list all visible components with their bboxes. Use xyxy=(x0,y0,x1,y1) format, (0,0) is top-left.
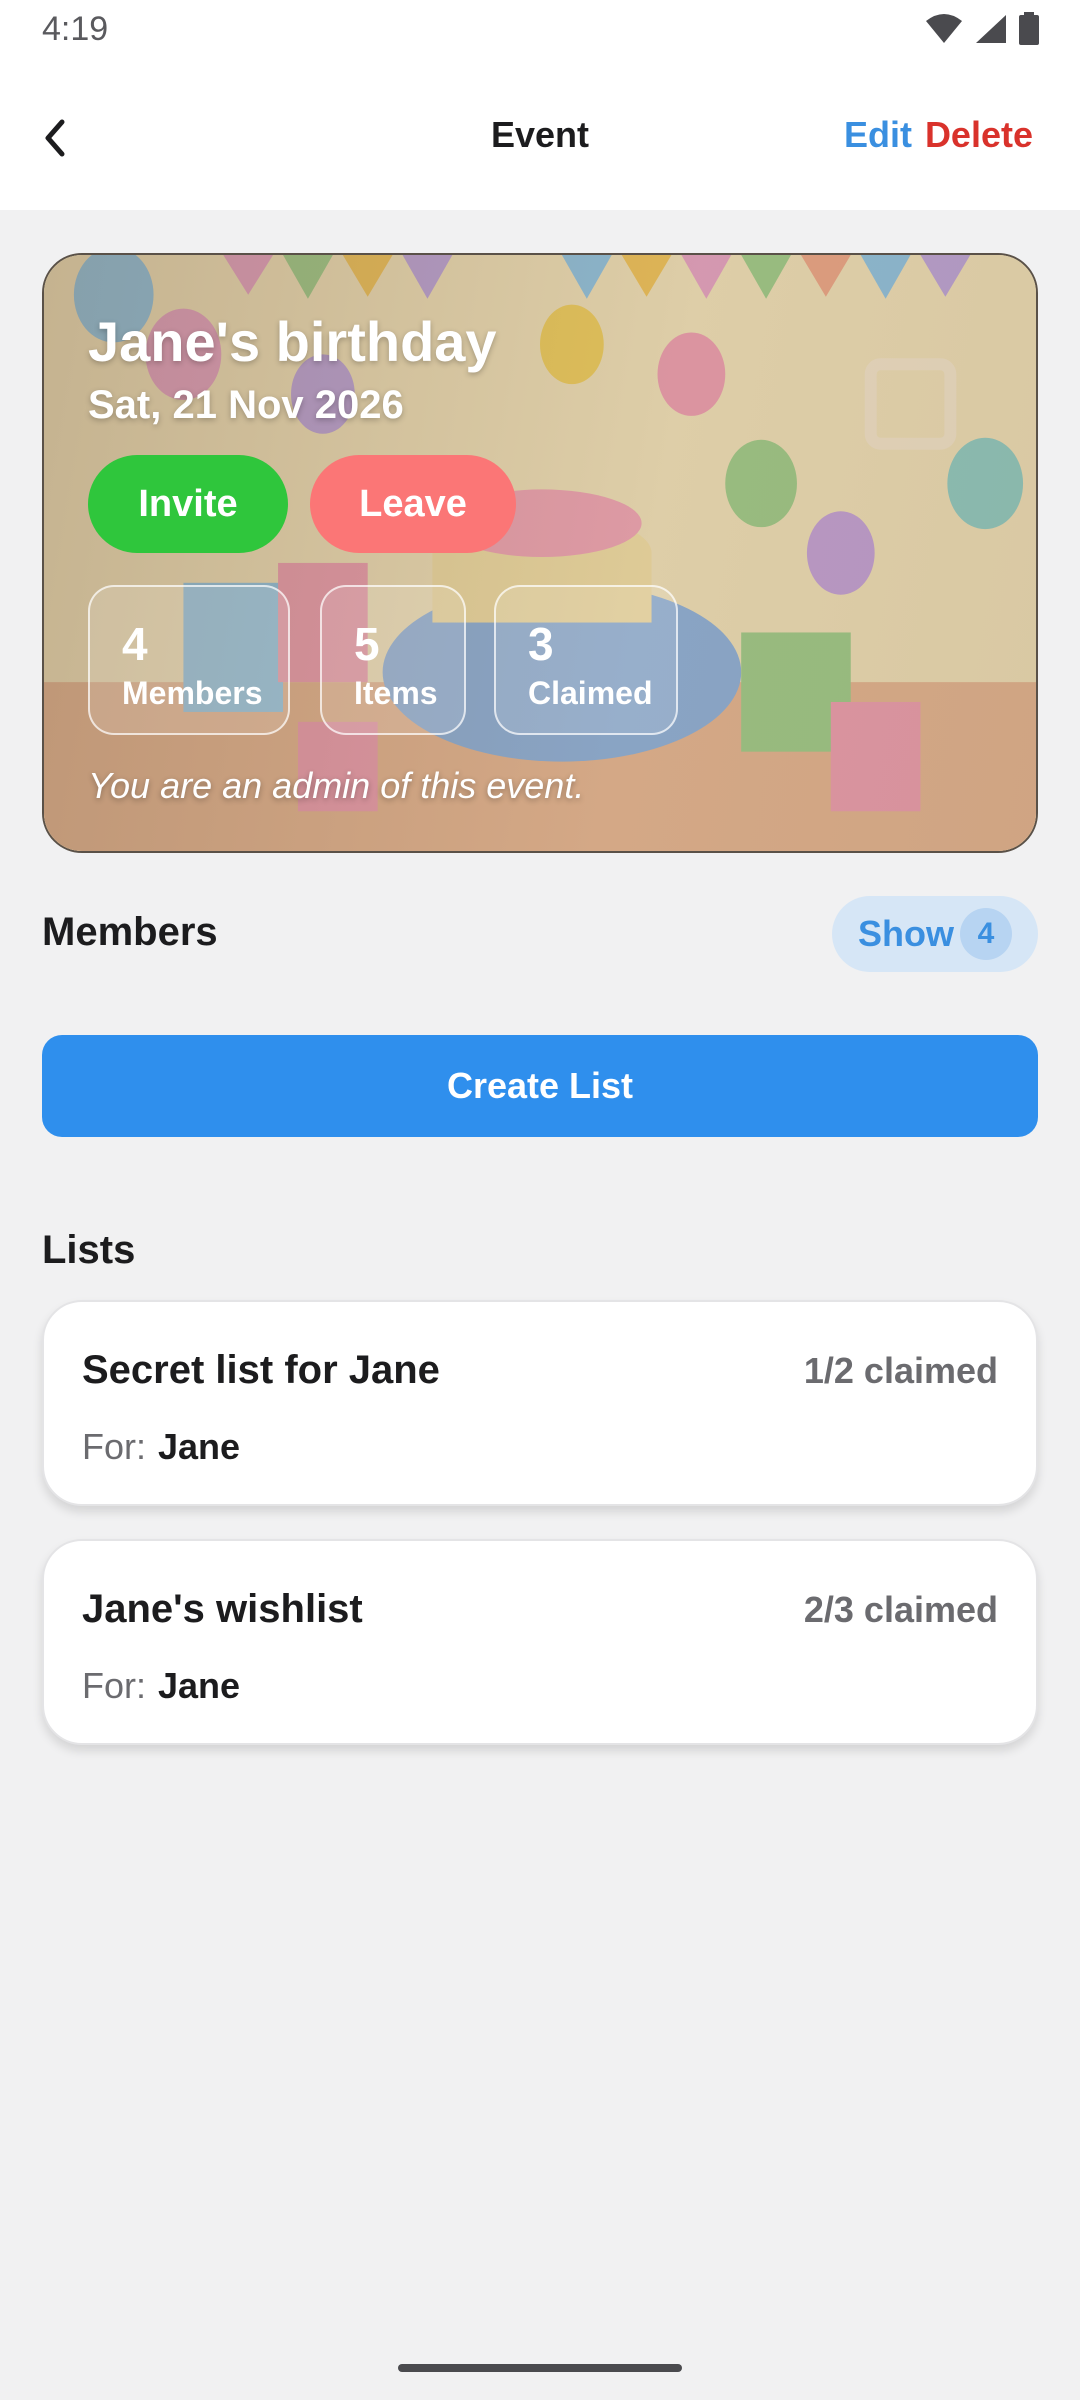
members-count-badge: 4 xyxy=(960,908,1012,960)
app-header: Event Edit Delete xyxy=(0,62,1080,210)
wifi-icon xyxy=(926,14,962,43)
list-for: For: Jane xyxy=(82,1426,240,1468)
lists-heading: Lists xyxy=(42,1228,136,1272)
page-title: Event xyxy=(490,114,590,155)
battery-icon xyxy=(1019,12,1039,45)
list-for-label: For: xyxy=(82,1665,147,1706)
create-list-button[interactable]: Create List xyxy=(42,1035,1038,1137)
leave-button[interactable]: Leave xyxy=(310,455,516,553)
status-bar: 4:19 xyxy=(0,0,1080,62)
list-for-name: Jane xyxy=(158,1665,241,1706)
status-icons xyxy=(924,12,1040,46)
list-claimed-count: 1/2 claimed xyxy=(803,1350,998,1391)
stat-value: 5 xyxy=(354,618,380,670)
home-indicator[interactable] xyxy=(398,2364,682,2372)
show-label: Show xyxy=(858,913,954,954)
show-members-button[interactable]: Show 4 xyxy=(832,896,1038,972)
invite-button[interactable]: Invite xyxy=(88,455,288,553)
admin-note: You are an admin of this event. xyxy=(88,765,585,806)
list-claimed-count: 2/3 claimed xyxy=(803,1589,998,1630)
event-hero-card: Jane's birthday Sat, 21 Nov 2026 Invite … xyxy=(42,253,1038,853)
delete-button[interactable]: Delete xyxy=(925,114,1033,156)
list-for-label: For: xyxy=(82,1426,147,1467)
stat-label: Items xyxy=(354,675,438,711)
status-time: 4:19 xyxy=(42,10,109,48)
members-heading: Members xyxy=(42,910,218,954)
stat-items: 5 Items xyxy=(320,585,466,735)
list-for: For: Jane xyxy=(82,1665,240,1707)
stat-value: 3 xyxy=(528,618,554,670)
list-for-name: Jane xyxy=(158,1426,241,1467)
list-title: Secret list for Jane xyxy=(82,1348,440,1392)
cell-signal-icon xyxy=(976,15,1006,43)
stat-value: 4 xyxy=(122,618,148,670)
list-title: Jane's wishlist xyxy=(82,1587,363,1631)
list-card[interactable]: Secret list for Jane 1/2 claimed For: Jan… xyxy=(42,1300,1038,1506)
stat-label: Claimed xyxy=(528,675,653,711)
edit-button[interactable]: Edit xyxy=(844,114,912,156)
list-card[interactable]: Jane's wishlist 2/3 claimed For: Jane xyxy=(42,1539,1038,1745)
event-title: Jane's birthday xyxy=(88,310,497,373)
stat-claimed: 3 Claimed xyxy=(494,585,678,735)
event-date: Sat, 21 Nov 2026 xyxy=(88,383,404,427)
stat-members: 4 Members xyxy=(88,585,290,735)
stat-label: Members xyxy=(122,675,263,711)
